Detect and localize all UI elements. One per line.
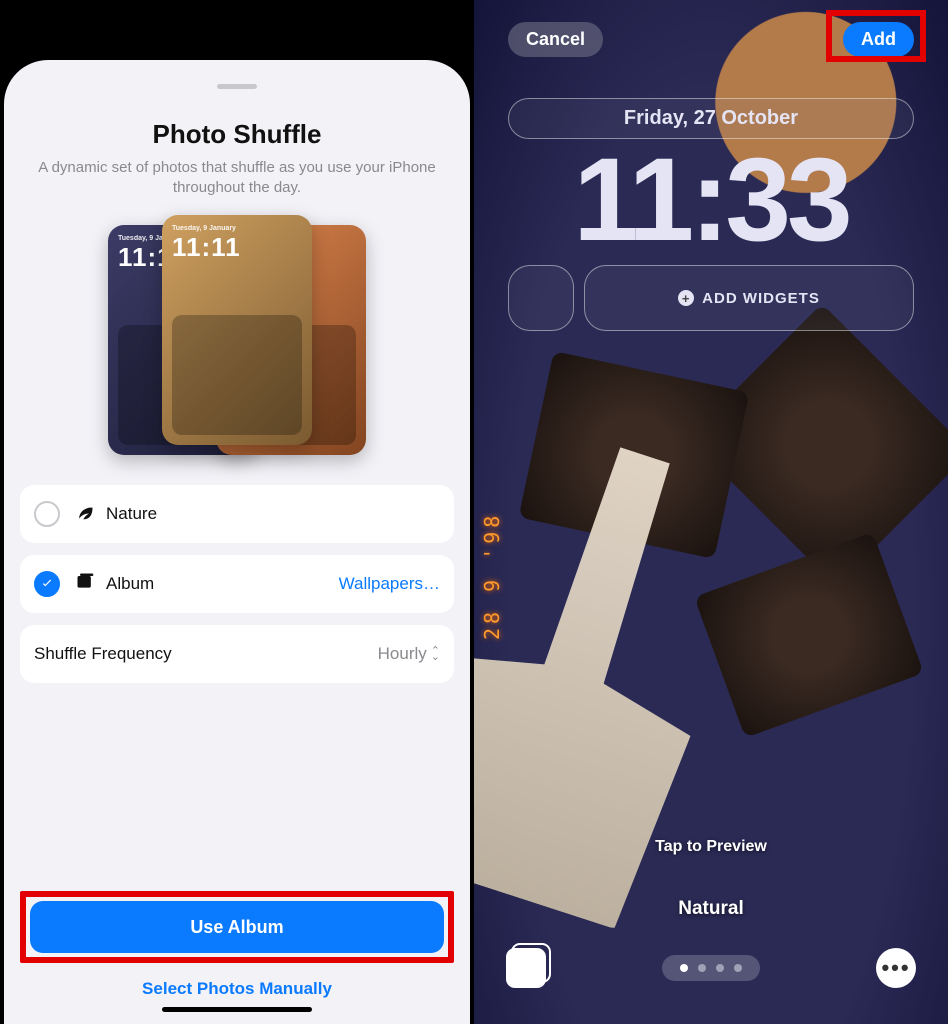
options-list: Nature Album Wallpapers… Shuffle Frequen… bbox=[20, 485, 454, 683]
album-icon bbox=[74, 571, 96, 597]
home-indicator[interactable] bbox=[162, 1007, 312, 1012]
film-date-overlay: 28 9 '98 bbox=[480, 512, 504, 640]
option-label: Nature bbox=[106, 504, 440, 524]
option-label: Album bbox=[106, 574, 339, 594]
photo-picker-button[interactable] bbox=[506, 948, 546, 988]
plus-icon: + bbox=[678, 290, 694, 306]
cancel-button[interactable]: Cancel bbox=[508, 22, 603, 57]
shuffle-frequency-row[interactable]: Shuffle Frequency Hourly ⌃⌄ bbox=[20, 625, 454, 683]
annotation-highlight bbox=[826, 10, 926, 62]
style-pager[interactable] bbox=[662, 955, 760, 981]
select-photos-manually-link[interactable]: Select Photos Manually bbox=[20, 979, 454, 999]
sheet-grabber[interactable] bbox=[217, 84, 257, 89]
tap-to-preview-hint[interactable]: Tap to Preview bbox=[474, 838, 948, 856]
radio-checked-icon bbox=[34, 571, 60, 597]
lockscreen-editor-screen: 28 9 '98 Cancel Add Friday, 27 October 1… bbox=[474, 0, 948, 1024]
pager-dot bbox=[716, 964, 724, 972]
lockscreen-clock-area: Friday, 27 October 11:33 + ADD WIDGETS bbox=[508, 98, 914, 331]
sheet-title: Photo Shuffle bbox=[4, 119, 470, 150]
shuffle-frequency-value: Hourly ⌃⌄ bbox=[378, 644, 440, 664]
date-widget[interactable]: Friday, 27 October bbox=[508, 98, 914, 139]
editor-bottom-bar: ••• bbox=[506, 948, 916, 988]
more-options-button[interactable]: ••• bbox=[876, 948, 916, 988]
annotation-highlight: Use Album bbox=[20, 891, 454, 963]
pager-dot bbox=[698, 964, 706, 972]
pager-dot bbox=[680, 964, 688, 972]
photo-preview-stack: Tuesday, 9 Jan 11:11 Tuesday, 9 Jan 11:1… bbox=[108, 215, 366, 461]
add-widgets-button[interactable]: + ADD WIDGETS bbox=[584, 265, 914, 331]
row-label: Shuffle Frequency bbox=[34, 644, 378, 664]
preview-card: Tuesday, 9 January 11:11 bbox=[162, 215, 312, 445]
option-row-nature[interactable]: Nature bbox=[20, 485, 454, 543]
filter-style-label: Natural bbox=[474, 898, 948, 920]
sheet-footer: Use Album Select Photos Manually bbox=[20, 891, 454, 1024]
widget-slot-small[interactable] bbox=[508, 265, 574, 331]
photo-shuffle-sheet-screen: Photo Shuffle A dynamic set of photos th… bbox=[0, 0, 474, 1024]
pager-dot bbox=[734, 964, 742, 972]
wallpaper-art bbox=[694, 532, 924, 738]
ellipsis-icon: ••• bbox=[881, 955, 910, 981]
leaf-icon bbox=[74, 501, 96, 527]
sheet-subtitle: A dynamic set of photos that shuffle as … bbox=[4, 158, 470, 197]
modal-sheet: Photo Shuffle A dynamic set of photos th… bbox=[4, 60, 470, 1024]
stepper-icon: ⌃⌄ bbox=[431, 648, 440, 660]
radio-unchecked-icon bbox=[34, 501, 60, 527]
option-row-album[interactable]: Album Wallpapers… bbox=[20, 555, 454, 613]
use-album-button[interactable]: Use Album bbox=[30, 901, 444, 953]
add-widgets-label: ADD WIDGETS bbox=[702, 290, 820, 307]
album-picker-link[interactable]: Wallpapers… bbox=[339, 574, 440, 594]
time-widget[interactable]: 11:33 bbox=[508, 141, 914, 259]
